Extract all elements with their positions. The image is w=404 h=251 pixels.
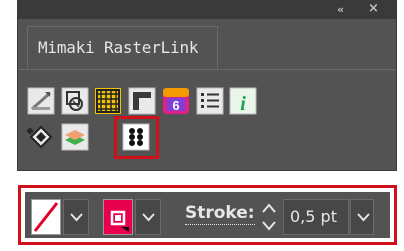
chevron-down-icon — [357, 213, 370, 222]
stroke-weight-value: 0,5 pt — [290, 207, 337, 226]
chevron-down-icon — [142, 213, 155, 222]
svg-text:i: i — [240, 93, 246, 115]
svg-text:6: 6 — [172, 98, 179, 113]
stroke-weight-stepper[interactable] — [258, 199, 280, 235]
tab-label: Mimaki RasterLink — [38, 38, 199, 57]
stroke-weight-dropdown-button[interactable] — [350, 199, 374, 235]
panel-title-bar: « × — [18, 1, 396, 19]
frame-icon[interactable] — [61, 87, 89, 115]
stroke-toolbar-body: Stroke: 0,5 pt — [25, 192, 390, 238]
mimaki-rasterlink-panel: « × Mimaki RasterLink 6 i — [17, 0, 397, 171]
chevron-down-icon — [70, 213, 83, 222]
stroke-color-swatch[interactable] — [103, 199, 133, 235]
corner-icon[interactable] — [128, 87, 156, 115]
stroke-label[interactable]: Stroke: — [185, 202, 255, 225]
info-icon[interactable]: i — [229, 87, 257, 115]
grid-icon[interactable] — [94, 87, 122, 115]
collapse-icon[interactable]: « — [337, 2, 344, 18]
tab-mimaki-rasterlink[interactable]: Mimaki RasterLink — [27, 26, 218, 70]
tab-divider — [18, 69, 396, 70]
grid-dots-icon[interactable] — [122, 123, 150, 151]
stroke-square-icon — [110, 210, 129, 232]
stroke-toolbar: Stroke: 0,5 pt — [18, 185, 397, 245]
stroke-dropdown-button[interactable] — [135, 199, 161, 235]
fill-dropdown-button[interactable] — [63, 199, 89, 235]
no-fill-icon — [33, 202, 59, 232]
stepper-arrows-icon — [262, 203, 276, 231]
stroke-weight-field[interactable]: 0,5 pt — [283, 199, 349, 235]
app-icon[interactable]: 6 — [162, 87, 190, 115]
list-icon[interactable] — [196, 87, 224, 115]
fill-icon[interactable] — [27, 123, 55, 151]
close-icon[interactable]: × — [368, 1, 379, 17]
cut-icon[interactable] — [27, 87, 55, 115]
fill-none-swatch[interactable] — [31, 199, 61, 235]
layers-icon[interactable] — [61, 123, 89, 151]
